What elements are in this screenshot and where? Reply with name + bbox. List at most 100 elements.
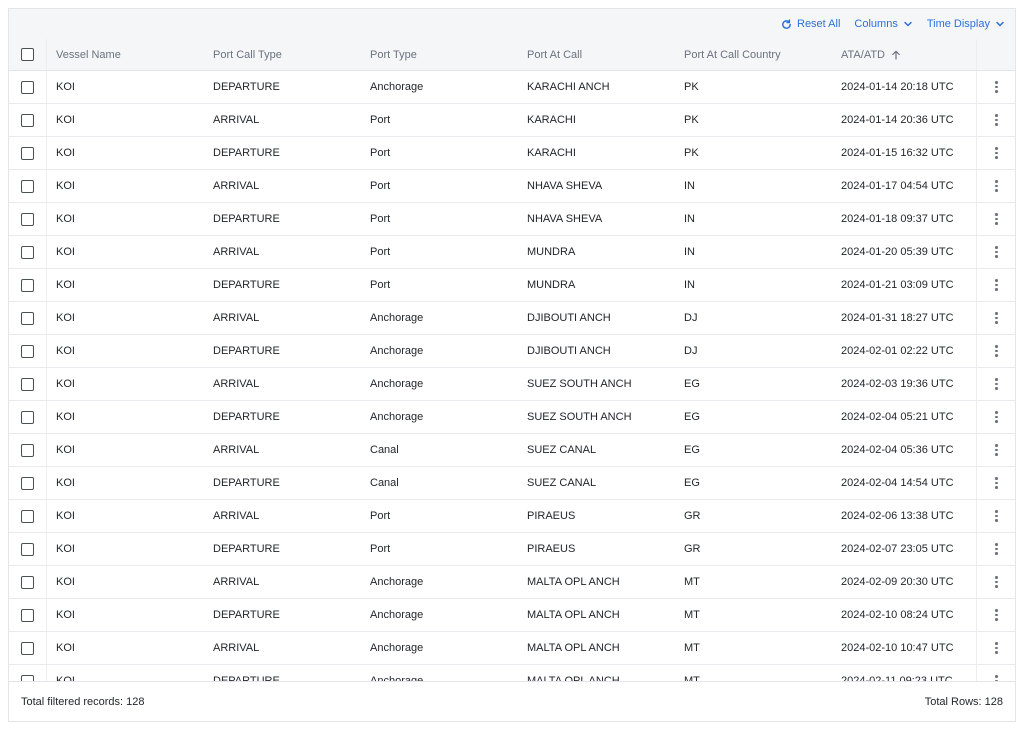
column-header-port-at-call-country[interactable]: Port At Call Country [675,39,832,70]
table-row[interactable]: KOI DEPARTURE Anchorage KARACHI ANCH PK … [9,71,1015,104]
vessel-name-link[interactable]: KOI [47,104,204,136]
port-at-call-link[interactable]: SUEZ CANAL [518,434,675,466]
vessel-name-link[interactable]: KOI [47,434,204,466]
row-checkbox[interactable] [21,80,34,94]
table-row[interactable]: KOI DEPARTURE Anchorage MALTA OPL ANCH M… [9,599,1015,632]
port-at-call-link[interactable]: MALTA OPL ANCH [518,632,675,664]
more-vertical-icon[interactable] [995,576,998,588]
port-at-call-link[interactable]: NHAVA SHEVA [518,203,675,235]
row-checkbox[interactable] [21,410,34,424]
table-row[interactable]: KOI DEPARTURE Anchorage SUEZ SOUTH ANCH … [9,401,1015,434]
reset-all-button[interactable]: Reset All [781,18,840,30]
row-checkbox[interactable] [21,509,34,523]
columns-button[interactable]: Columns [854,18,912,30]
more-vertical-icon[interactable] [995,114,998,126]
vessel-name-link[interactable]: KOI [47,302,204,334]
more-vertical-icon[interactable] [995,246,998,258]
more-vertical-icon[interactable] [995,444,998,456]
row-checkbox[interactable] [21,212,34,226]
vessel-name-link[interactable]: KOI [47,467,204,499]
table-row[interactable]: KOI ARRIVAL Anchorage MALTA OPL ANCH MT … [9,632,1015,665]
row-checkbox[interactable] [21,377,34,391]
row-checkbox[interactable] [21,311,34,325]
more-vertical-icon[interactable] [995,411,998,423]
vessel-name-link[interactable]: KOI [47,500,204,532]
column-header-ata-atd[interactable]: ATA/ATD [832,39,976,70]
port-at-call-link[interactable]: DJIBOUTI ANCH [518,302,675,334]
select-all-checkbox[interactable] [21,48,34,61]
vessel-name-link[interactable]: KOI [47,632,204,664]
table-row[interactable]: KOI DEPARTURE Anchorage DJIBOUTI ANCH DJ… [9,335,1015,368]
more-vertical-icon[interactable] [995,642,998,654]
vessel-name-link[interactable]: KOI [47,170,204,202]
table-row[interactable]: KOI ARRIVAL Anchorage SUEZ SOUTH ANCH EG… [9,368,1015,401]
row-checkbox[interactable] [21,278,34,292]
table-row[interactable]: KOI DEPARTURE Canal SUEZ CANAL EG 2024-0… [9,467,1015,500]
more-vertical-icon[interactable] [995,81,998,93]
column-header-port-at-call[interactable]: Port At Call [518,39,675,70]
time-display-button[interactable]: Time Display [927,18,1005,30]
port-at-call-link[interactable]: SUEZ SOUTH ANCH [518,401,675,433]
vessel-name-link[interactable]: KOI [47,665,204,681]
more-vertical-icon[interactable] [995,279,998,291]
column-header-port-type[interactable]: Port Type [361,39,518,70]
table-row[interactable]: KOI ARRIVAL Anchorage DJIBOUTI ANCH DJ 2… [9,302,1015,335]
table-row[interactable]: KOI DEPARTURE Port NHAVA SHEVA IN 2024-0… [9,203,1015,236]
vessel-name-link[interactable]: KOI [47,368,204,400]
row-checkbox[interactable] [21,608,34,622]
row-checkbox[interactable] [21,476,34,490]
table-row[interactable]: KOI DEPARTURE Port MUNDRA IN 2024-01-21 … [9,269,1015,302]
port-at-call-link[interactable]: PIRAEUS [518,533,675,565]
row-checkbox[interactable] [21,344,34,358]
port-at-call-link[interactable]: MALTA OPL ANCH [518,665,675,681]
vessel-name-link[interactable]: KOI [47,71,204,103]
more-vertical-icon[interactable] [995,378,998,390]
port-at-call-link[interactable]: MUNDRA [518,236,675,268]
vessel-name-link[interactable]: KOI [47,335,204,367]
port-at-call-link[interactable]: KARACHI [518,137,675,169]
vessel-name-link[interactable]: KOI [47,401,204,433]
more-vertical-icon[interactable] [995,345,998,357]
port-at-call-link[interactable]: SUEZ SOUTH ANCH [518,368,675,400]
table-row[interactable]: KOI DEPARTURE Port PIRAEUS GR 2024-02-07… [9,533,1015,566]
more-vertical-icon[interactable] [995,312,998,324]
port-at-call-link[interactable]: SUEZ CANAL [518,467,675,499]
vessel-name-link[interactable]: KOI [47,566,204,598]
row-checkbox[interactable] [21,179,34,193]
table-row[interactable]: KOI DEPARTURE Anchorage MALTA OPL ANCH M… [9,665,1015,681]
row-checkbox[interactable] [21,443,34,457]
column-header-vessel-name[interactable]: Vessel Name [47,39,204,70]
more-vertical-icon[interactable] [995,510,998,522]
more-vertical-icon[interactable] [995,180,998,192]
more-vertical-icon[interactable] [995,147,998,159]
column-header-port-call-type[interactable]: Port Call Type [204,39,361,70]
table-row[interactable]: KOI ARRIVAL Anchorage MALTA OPL ANCH MT … [9,566,1015,599]
more-vertical-icon[interactable] [995,477,998,489]
row-checkbox[interactable] [21,542,34,556]
vessel-name-link[interactable]: KOI [47,269,204,301]
port-at-call-link[interactable]: NHAVA SHEVA [518,170,675,202]
row-checkbox[interactable] [21,113,34,127]
row-checkbox[interactable] [21,641,34,655]
table-row[interactable]: KOI ARRIVAL Canal SUEZ CANAL EG 2024-02-… [9,434,1015,467]
port-at-call-link[interactable]: KARACHI [518,104,675,136]
vessel-name-link[interactable]: KOI [47,203,204,235]
table-row[interactable]: KOI ARRIVAL Port KARACHI PK 2024-01-14 2… [9,104,1015,137]
table-row[interactable]: KOI DEPARTURE Port KARACHI PK 2024-01-15… [9,137,1015,170]
table-row[interactable]: KOI ARRIVAL Port PIRAEUS GR 2024-02-06 1… [9,500,1015,533]
table-row[interactable]: KOI ARRIVAL Port NHAVA SHEVA IN 2024-01-… [9,170,1015,203]
port-at-call-link[interactable]: PIRAEUS [518,500,675,532]
vessel-name-link[interactable]: KOI [47,533,204,565]
port-at-call-link[interactable]: DJIBOUTI ANCH [518,335,675,367]
row-checkbox[interactable] [21,146,34,160]
port-at-call-link[interactable]: KARACHI ANCH [518,71,675,103]
more-vertical-icon[interactable] [995,213,998,225]
vessel-name-link[interactable]: KOI [47,137,204,169]
port-at-call-link[interactable]: MALTA OPL ANCH [518,599,675,631]
vessel-name-link[interactable]: KOI [47,236,204,268]
row-checkbox[interactable] [21,575,34,589]
table-row[interactable]: KOI ARRIVAL Port MUNDRA IN 2024-01-20 05… [9,236,1015,269]
more-vertical-icon[interactable] [995,609,998,621]
row-checkbox[interactable] [21,245,34,259]
vessel-name-link[interactable]: KOI [47,599,204,631]
